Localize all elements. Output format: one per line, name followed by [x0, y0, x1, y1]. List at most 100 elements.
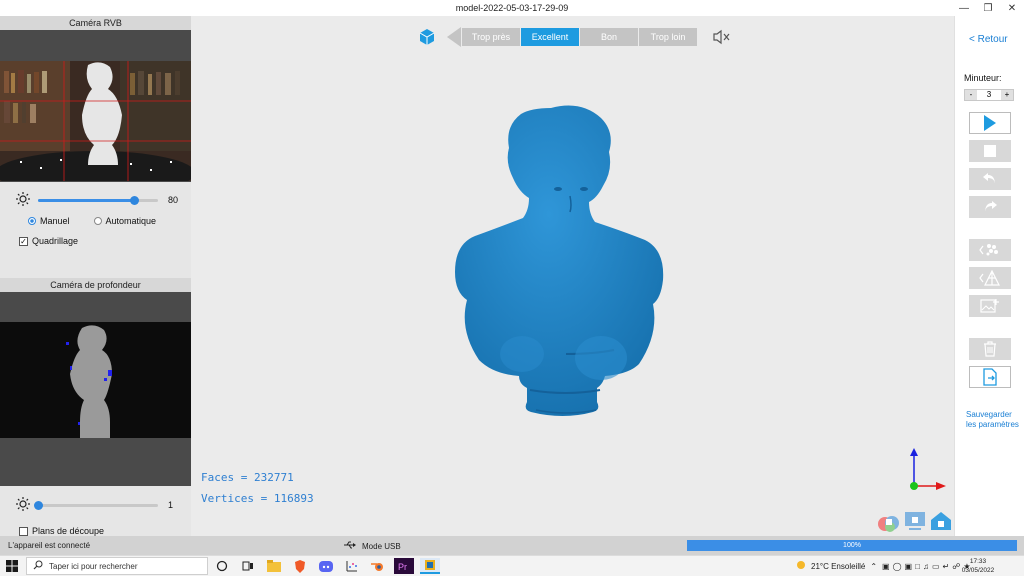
- taskbar-search[interactable]: Taper ici pour rechercher: [26, 557, 208, 575]
- brightness-slider[interactable]: [38, 195, 158, 205]
- point-cloud-button[interactable]: [969, 239, 1011, 261]
- cortana-icon[interactable]: [212, 558, 232, 574]
- scanned-model[interactable]: [446, 104, 686, 444]
- faces-count: Faces = 232771: [201, 471, 294, 484]
- undo-icon: [983, 173, 995, 185]
- grid-checkbox[interactable]: ✓ Quadrillage: [19, 236, 78, 246]
- timer-decrement-button[interactable]: -: [965, 90, 977, 100]
- vertices-count: Vertices = 116893: [201, 492, 314, 505]
- depth-camera-image: [0, 322, 191, 438]
- 3d-viewport[interactable]: Trop près Excellent Bon Trop loin Faces …: [191, 16, 954, 536]
- auto-radio-dot[interactable]: [93, 217, 102, 225]
- quality-excellent: Excellent: [521, 28, 579, 46]
- search-icon: [33, 560, 43, 572]
- windows-start-icon[interactable]: [6, 560, 18, 572]
- task-view-icon[interactable]: [238, 558, 258, 574]
- play-button[interactable]: [969, 112, 1011, 134]
- save-settings-link[interactable]: Sauvegarder les paramètres: [966, 410, 1022, 430]
- depth-camera-title: Caméra de profondeur: [0, 278, 191, 292]
- image-add-icon: [980, 299, 999, 313]
- manual-radio[interactable]: Manuel: [28, 216, 70, 226]
- manual-radio-dot[interactable]: [28, 217, 36, 225]
- device-status: L'appareil est connecté: [8, 541, 91, 550]
- grid-checkbox-box[interactable]: ✓: [19, 236, 28, 246]
- chevron-up-icon[interactable]: ⌃: [870, 562, 877, 571]
- mesh-button[interactable]: [969, 267, 1011, 289]
- rgb-controls: 80 Manuel Automatique ✓ Quadrillage: [0, 182, 191, 278]
- maximize-icon[interactable]: ❐: [976, 0, 1000, 16]
- quality-too-far: Trop loin: [639, 28, 697, 46]
- brave-browser-icon[interactable]: [290, 558, 310, 574]
- clock-date: 03/05/2022: [961, 567, 995, 574]
- redo-icon: [985, 201, 997, 213]
- app-window: model-2022-05-03-17-29-09 — ❐ ✕ Caméra R…: [0, 0, 1024, 576]
- sun-icon: [16, 497, 30, 513]
- quality-arrow-icon: [447, 27, 461, 47]
- export-button[interactable]: [969, 366, 1011, 388]
- progress-bar: 100%: [687, 540, 1017, 551]
- timer-increment-button[interactable]: +: [1001, 90, 1013, 100]
- taskbar-apps: Pr: [212, 558, 440, 574]
- status-bar: L'appareil est connecté Mode USB 100%: [0, 536, 1024, 555]
- timer-label: Minuteur:: [964, 73, 1002, 83]
- usb-mode-label: Mode USB: [362, 541, 401, 551]
- file-explorer-icon[interactable]: [264, 558, 284, 574]
- auto-radio-label: Automatique: [105, 216, 157, 226]
- undo-button[interactable]: [969, 168, 1011, 190]
- trash-icon: [984, 341, 996, 357]
- clip-planes-checkbox[interactable]: Plans de découpe: [19, 526, 104, 536]
- clock-time: 17:33: [969, 558, 987, 565]
- brightness-slider-fill: [38, 198, 134, 202]
- chart-app-icon[interactable]: [342, 558, 362, 574]
- blender-icon[interactable]: [368, 558, 388, 574]
- brightness-slider-row: 80: [16, 192, 181, 208]
- depth-camera-view: [0, 292, 191, 486]
- axis-gizmo: [904, 448, 946, 498]
- scan-quality-bar: Trop près Excellent Bon Trop loin: [447, 27, 697, 47]
- cube-icon[interactable]: [418, 28, 436, 46]
- back-button[interactable]: < Retour: [969, 34, 1008, 45]
- lock-icons: [877, 510, 953, 532]
- brightness-slider-thumb[interactable]: [130, 195, 139, 205]
- premiere-icon[interactable]: Pr: [394, 558, 414, 574]
- grid-checkbox-label: Quadrillage: [32, 236, 79, 246]
- depth-slider-thumb[interactable]: [34, 500, 43, 510]
- delete-button[interactable]: [969, 338, 1011, 360]
- texture-button[interactable]: [969, 295, 1011, 317]
- scanner-app-icon[interactable]: [420, 558, 440, 574]
- usb-icon: [344, 541, 356, 551]
- quality-too-close: Trop près: [462, 28, 520, 46]
- right-panel: < Retour Minuteur: - 3 + Sauvegarder les…: [954, 16, 1024, 536]
- depth-slider-row: 1: [16, 497, 181, 513]
- clip-planes-label: Plans de découpe: [32, 526, 105, 536]
- screen-lock-icon[interactable]: [903, 510, 927, 532]
- speaker-muted-icon[interactable]: [712, 29, 730, 45]
- sun-icon: [16, 192, 30, 208]
- rgb-camera-image: [0, 61, 191, 181]
- windows-taskbar: Taper ici pour rechercher Pr 21°C Ensole…: [0, 555, 1024, 576]
- rgb-camera-view: [0, 30, 191, 182]
- auto-radio[interactable]: Automatique: [93, 216, 157, 226]
- timer-value[interactable]: 3: [977, 90, 1001, 100]
- timer-stepper: - 3 +: [964, 89, 1014, 101]
- svg-text:Pr: Pr: [398, 562, 407, 572]
- window-controls: — ❐ ✕: [952, 0, 1024, 16]
- connection-mode: Mode USB: [344, 541, 401, 551]
- stop-icon: [984, 145, 996, 157]
- discord-icon[interactable]: [316, 558, 336, 574]
- file-export-icon: [983, 368, 997, 386]
- brightness-value: 80: [168, 195, 179, 205]
- minimize-icon[interactable]: —: [952, 0, 976, 16]
- point-cloud-icon: [979, 244, 998, 256]
- depth-slider[interactable]: [34, 500, 158, 510]
- play-icon: [984, 115, 996, 131]
- system-tray: 21°C Ensoleillé ⌃ ▣◯▣□♫▭↵☍★: [796, 560, 973, 572]
- clip-planes-checkbox-box[interactable]: [19, 526, 28, 536]
- redo-button[interactable]: [969, 196, 1011, 218]
- clock[interactable]: 17:33 03/05/2022: [958, 557, 998, 575]
- home-lock-icon[interactable]: [929, 510, 953, 532]
- cloud-lock-icon[interactable]: [877, 510, 901, 532]
- mesh-icon: [979, 270, 1000, 286]
- stop-button[interactable]: [969, 140, 1011, 162]
- close-icon[interactable]: ✕: [1000, 0, 1024, 16]
